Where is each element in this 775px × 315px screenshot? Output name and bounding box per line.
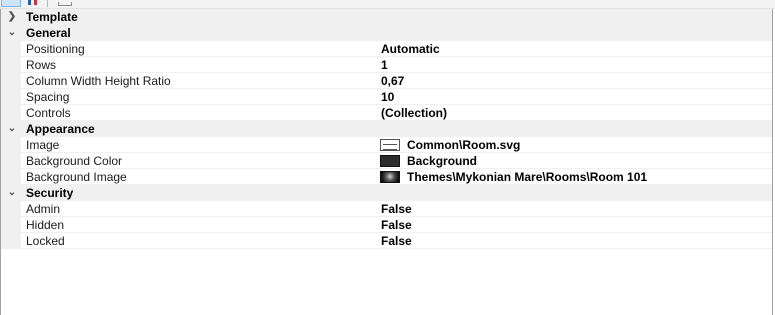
category-label: Appearance <box>26 122 95 136</box>
property-value[interactable]: False <box>381 201 412 217</box>
property-row-rows[interactable]: Rows 1 <box>1 57 772 73</box>
property-row-locked[interactable]: Locked False <box>1 233 772 249</box>
property-value[interactable]: 1 <box>381 57 388 73</box>
row-gutter <box>1 169 21 185</box>
property-value[interactable]: Themes\Mykonian Mare\Rooms\Room 101 <box>407 169 647 185</box>
property-row-controls[interactable]: Controls (Collection) <box>1 105 772 121</box>
property-row-column-width-height-ratio[interactable]: Column Width Height Ratio 0,67 <box>1 73 772 89</box>
category-label: General <box>26 26 71 40</box>
sort-alphabetical-icon[interactable] <box>24 0 42 7</box>
color-swatch-icon <box>380 155 400 167</box>
property-name: Locked <box>26 234 65 248</box>
chevron-right-icon[interactable]: ❯ <box>6 9 18 25</box>
property-row-background-image[interactable]: Background Image Themes\Mykonian Mare\Ro… <box>1 169 772 185</box>
property-name: Column Width Height Ratio <box>26 74 171 88</box>
chevron-down-icon[interactable]: ⌄ <box>6 185 18 201</box>
toolbar-separator <box>47 0 48 7</box>
property-value[interactable]: False <box>381 233 412 249</box>
category-template[interactable]: ❯ Template <box>1 9 772 25</box>
row-gutter <box>1 233 21 249</box>
image-thumbnail-icon <box>380 171 400 183</box>
category-label: Template <box>26 10 78 24</box>
property-name: Controls <box>26 106 71 120</box>
row-gutter <box>1 153 21 169</box>
property-name: Rows <box>26 58 57 72</box>
property-row-positioning[interactable]: Positioning Automatic <box>1 41 772 57</box>
property-pages-icon[interactable] <box>56 0 72 7</box>
row-gutter <box>1 89 21 105</box>
row-gutter <box>1 73 21 89</box>
property-name: Background Color <box>26 154 123 168</box>
property-row-spacing[interactable]: Spacing 10 <box>1 89 772 105</box>
image-thumbnail-icon <box>380 139 400 151</box>
property-name: Hidden <box>26 218 65 232</box>
property-name: Admin <box>26 202 61 216</box>
property-row-hidden[interactable]: Hidden False <box>1 217 772 233</box>
property-value[interactable]: (Collection) <box>381 105 447 121</box>
row-gutter <box>1 217 21 233</box>
row-gutter <box>1 201 21 217</box>
property-value[interactable]: Background <box>407 153 477 169</box>
property-name: Image <box>26 138 60 152</box>
sort-categorized-icon[interactable] <box>1 0 21 7</box>
row-gutter <box>1 105 21 121</box>
category-label: Security <box>26 186 74 200</box>
category-general[interactable]: ⌄ General <box>1 25 772 41</box>
row-gutter <box>1 57 21 73</box>
property-grid-toolbar <box>0 0 775 9</box>
chevron-down-icon[interactable]: ⌄ <box>6 121 18 137</box>
chevron-down-icon[interactable]: ⌄ <box>6 25 18 41</box>
category-appearance[interactable]: ⌄ Appearance <box>1 121 772 137</box>
property-name: Background Image <box>26 170 127 184</box>
category-security[interactable]: ⌄ Security <box>1 185 772 201</box>
property-row-background-color[interactable]: Background Color Background <box>1 153 772 169</box>
property-row-image[interactable]: Image Common\Room.svg <box>1 137 772 153</box>
property-value[interactable]: 0,67 <box>381 73 404 89</box>
property-name: Positioning <box>26 42 85 56</box>
property-name: Spacing <box>26 90 70 104</box>
property-value[interactable]: 10 <box>381 89 394 105</box>
property-row-admin[interactable]: Admin False <box>1 201 772 217</box>
property-grid: ❯ Template ⌄ General Positioning Automat… <box>0 9 773 315</box>
row-gutter <box>1 137 21 153</box>
property-value[interactable]: False <box>381 217 412 233</box>
property-value[interactable]: Common\Room.svg <box>407 137 520 153</box>
row-gutter <box>1 41 21 57</box>
property-value[interactable]: Automatic <box>381 41 440 57</box>
